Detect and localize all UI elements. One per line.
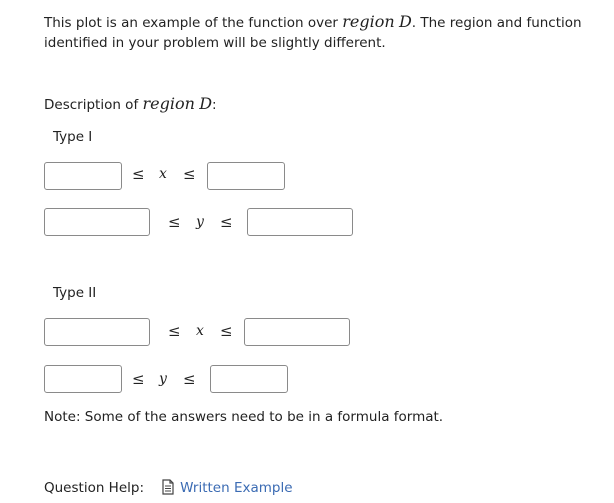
type-1-x-left-leq: ≤ — [132, 165, 145, 183]
type-1-x-lower-input[interactable] — [44, 162, 122, 190]
description-suffix: : — [212, 97, 217, 113]
intro-math-symbol: D — [398, 12, 412, 31]
description-math-term: region — [142, 94, 195, 113]
type-1-y-lower-input[interactable] — [44, 208, 150, 236]
intro-text-before: This plot is an example of the function … — [44, 15, 343, 31]
type-2-x-left-leq: ≤ — [168, 322, 181, 340]
type-1-y-upper-input[interactable] — [247, 208, 353, 236]
type-2-y-right-leq: ≤ — [183, 370, 196, 388]
question-help: Question Help: Written Example — [44, 479, 293, 496]
type-1-y-variable: y — [196, 214, 204, 230]
type-2-x-right-leq: ≤ — [220, 322, 233, 340]
type-2-y-upper-input[interactable] — [210, 365, 288, 393]
type-2-y-lower-input[interactable] — [44, 365, 122, 393]
type-2-y-left-leq: ≤ — [132, 370, 145, 388]
type-1-x-upper-input[interactable] — [207, 162, 285, 190]
type-2-x-variable: x — [196, 323, 204, 339]
intro-math-term: region — [342, 12, 395, 31]
type-2-y-variable: y — [159, 371, 167, 387]
type-1-y-right-leq: ≤ — [220, 213, 233, 231]
description-text: Description of — [44, 97, 143, 113]
type-1-y-left-leq: ≤ — [168, 213, 181, 231]
document-icon — [161, 479, 175, 495]
description-math-symbol: D — [199, 94, 213, 113]
type-1-x-right-leq: ≤ — [183, 165, 196, 183]
written-example-label: Written Example — [180, 480, 293, 496]
type-1-label: Type I — [53, 129, 93, 145]
type-2-x-lower-input[interactable] — [44, 318, 150, 346]
type-1-x-variable: x — [159, 166, 167, 182]
question-help-label: Question Help: — [44, 480, 144, 496]
formula-note: Note: Some of the answers need to be in … — [44, 409, 444, 425]
problem-intro: This plot is an example of the function … — [44, 12, 604, 53]
written-example-link[interactable]: Written Example — [161, 479, 293, 496]
description-label: Description of region D: — [44, 94, 217, 113]
type-2-label: Type II — [53, 285, 97, 301]
type-2-x-upper-input[interactable] — [244, 318, 350, 346]
